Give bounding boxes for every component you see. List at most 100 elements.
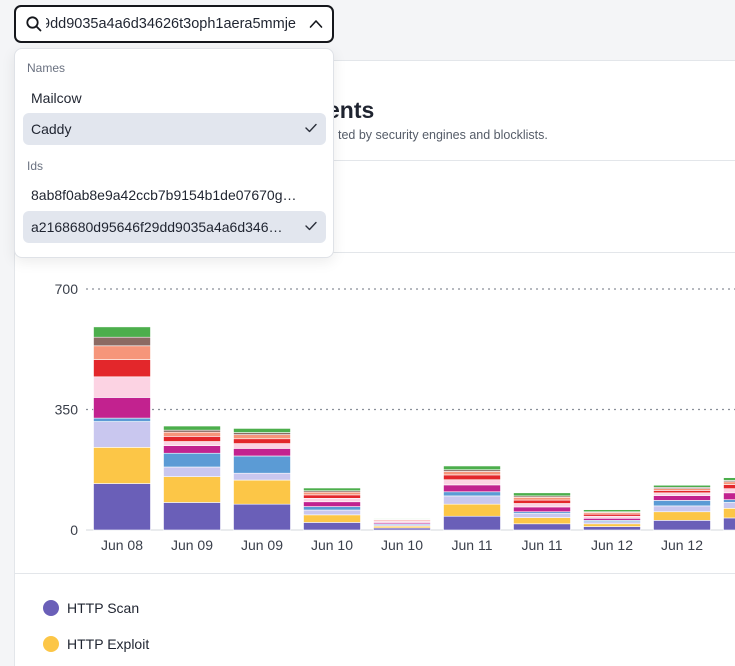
bar-segment[interactable] bbox=[653, 520, 711, 531]
bar-segment[interactable] bbox=[653, 492, 711, 496]
stacked-bar-chart: 0 350 700 Jun 08 Jun 09 Jun 09 Jun 10 Jun 10 Jun… bbox=[55, 281, 735, 553]
bar-segment[interactable] bbox=[723, 477, 735, 481]
bar-segment[interactable] bbox=[443, 515, 501, 531]
legend-label: HTTP Exploit bbox=[67, 636, 150, 652]
bar-segment[interactable] bbox=[303, 501, 361, 507]
bar-segment[interactable] bbox=[303, 514, 361, 523]
bar-segment[interactable] bbox=[93, 483, 151, 531]
bar-segment[interactable] bbox=[163, 502, 221, 531]
bar-segment[interactable] bbox=[93, 359, 151, 378]
bar-segment[interactable] bbox=[163, 476, 221, 503]
bar-segment[interactable] bbox=[303, 506, 361, 511]
page-title: ents bbox=[327, 97, 375, 123]
bar-segment[interactable] bbox=[723, 488, 735, 494]
bar-segment[interactable] bbox=[653, 484, 711, 488]
bar-segment[interactable] bbox=[303, 494, 361, 499]
bar-segment[interactable] bbox=[233, 443, 291, 449]
bar-segment[interactable] bbox=[93, 417, 151, 422]
bar-segment[interactable] bbox=[723, 499, 735, 503]
bar-segment[interactable] bbox=[583, 515, 641, 519]
x-tick-label: Jun 08 bbox=[101, 537, 143, 553]
bar-segment[interactable] bbox=[163, 436, 221, 442]
bar-segment[interactable] bbox=[93, 447, 151, 484]
bar-segment[interactable] bbox=[443, 491, 501, 497]
bar-segment[interactable] bbox=[653, 511, 711, 521]
bar-segment[interactable] bbox=[233, 503, 291, 531]
bar-segment[interactable] bbox=[303, 491, 361, 496]
option-caddy[interactable]: Caddy bbox=[23, 113, 326, 145]
legend-dot bbox=[43, 636, 59, 652]
option-id-a2168680[interactable]: a2168680d95646f29dd9035a4a6d346… bbox=[23, 211, 326, 243]
bar-segment[interactable] bbox=[723, 517, 735, 531]
bar-segment[interactable] bbox=[583, 517, 641, 521]
bar-segment[interactable] bbox=[723, 481, 735, 485]
bar-segment[interactable] bbox=[233, 448, 291, 457]
option-mailcow[interactable]: Mailcow bbox=[23, 82, 326, 114]
bar-segment[interactable] bbox=[233, 432, 291, 435]
bar-segment[interactable] bbox=[303, 522, 361, 531]
bar-segment[interactable] bbox=[583, 509, 641, 513]
bar-segment[interactable] bbox=[583, 526, 641, 531]
bar-segment[interactable] bbox=[513, 496, 571, 501]
x-tick-label: Jun 11 bbox=[522, 537, 563, 553]
bar-segment[interactable] bbox=[513, 523, 571, 531]
bar-segment[interactable] bbox=[163, 431, 221, 437]
bar-segment[interactable] bbox=[233, 428, 291, 433]
bar-segment[interactable] bbox=[443, 503, 501, 517]
bar-segment[interactable] bbox=[93, 421, 151, 448]
bar-segment[interactable] bbox=[163, 445, 221, 454]
bar-segment[interactable] bbox=[653, 490, 711, 494]
bar-segment[interactable] bbox=[233, 455, 291, 474]
bar-segment[interactable] bbox=[583, 513, 641, 517]
search-input[interactable] bbox=[46, 13, 296, 35]
bar-segment[interactable] bbox=[443, 465, 501, 471]
bar-segment[interactable] bbox=[93, 326, 151, 338]
bar-segment[interactable] bbox=[233, 479, 291, 505]
x-tick-label: Jun 12 bbox=[591, 537, 633, 553]
bar-segment[interactable] bbox=[303, 498, 361, 503]
bar-segment[interactable] bbox=[93, 336, 151, 347]
bar-segment[interactable] bbox=[653, 495, 711, 501]
bar-segment[interactable] bbox=[233, 434, 291, 440]
bar-segment[interactable] bbox=[93, 345, 151, 360]
bar-segment[interactable] bbox=[303, 487, 361, 492]
bar-segment[interactable] bbox=[443, 479, 501, 486]
x-tick-label: Jun 09 bbox=[171, 537, 213, 553]
bar-segment[interactable] bbox=[163, 441, 221, 446]
bar-segment[interactable] bbox=[513, 503, 571, 508]
bar-segment[interactable] bbox=[513, 506, 571, 513]
group-label-names: Names bbox=[27, 61, 66, 75]
bar-segment[interactable] bbox=[93, 397, 151, 419]
bar-segment[interactable] bbox=[93, 376, 151, 398]
option-id-8ab8f0ab[interactable]: 8ab8f0ab8e9a42ccb7b9154b1de07670g… bbox=[23, 179, 326, 211]
bar-segment[interactable] bbox=[723, 508, 735, 519]
bar-segment[interactable] bbox=[303, 509, 361, 516]
bar-segment[interactable] bbox=[443, 484, 501, 493]
bar-segment[interactable] bbox=[163, 452, 221, 468]
bar-segment[interactable] bbox=[233, 438, 291, 444]
bar-segment[interactable] bbox=[583, 523, 641, 527]
bar-segment[interactable] bbox=[373, 518, 431, 520]
bar-segment[interactable] bbox=[653, 505, 711, 513]
bar-segment[interactable] bbox=[233, 472, 291, 481]
legend-dot bbox=[43, 600, 59, 616]
option-label: Mailcow bbox=[31, 90, 82, 106]
bar-segment[interactable] bbox=[443, 495, 501, 505]
bar-segment[interactable] bbox=[513, 517, 571, 525]
bar-segment[interactable] bbox=[163, 425, 221, 431]
bar-segment[interactable] bbox=[443, 471, 501, 476]
bar-segment[interactable] bbox=[513, 513, 571, 518]
search-combobox[interactable] bbox=[14, 5, 334, 43]
bar-segment[interactable] bbox=[443, 474, 501, 481]
bar-segment[interactable] bbox=[373, 527, 431, 531]
bar-segment[interactable] bbox=[723, 492, 735, 501]
bar-segment[interactable] bbox=[583, 521, 641, 525]
bar-segment[interactable] bbox=[653, 500, 711, 507]
bar-segment[interactable] bbox=[513, 492, 571, 497]
chevron-up-icon[interactable] bbox=[309, 17, 323, 31]
bar-segment[interactable] bbox=[163, 466, 221, 477]
bar-segment[interactable] bbox=[163, 429, 221, 433]
bar-segment[interactable] bbox=[513, 499, 571, 504]
bar-segment[interactable] bbox=[723, 502, 735, 509]
bar-segment[interactable] bbox=[723, 484, 735, 489]
